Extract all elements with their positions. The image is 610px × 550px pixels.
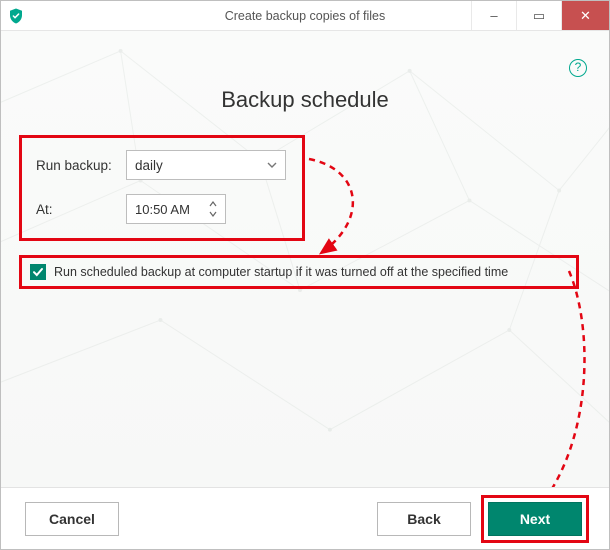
time-input[interactable]: 10:50 AM bbox=[126, 194, 226, 224]
close-icon: ✕ bbox=[580, 8, 591, 24]
page-title: Backup schedule bbox=[19, 87, 591, 113]
frequency-row: Run backup: daily bbox=[36, 150, 288, 180]
close-button[interactable]: ✕ bbox=[561, 1, 609, 30]
titlebar: Create backup copies of files – ▭ ✕ bbox=[1, 1, 609, 31]
next-button[interactable]: Next bbox=[488, 502, 582, 536]
chevron-down-icon bbox=[267, 159, 277, 171]
maximize-icon: ▭ bbox=[533, 8, 545, 24]
help-icon[interactable]: ? bbox=[569, 59, 587, 77]
schedule-highlight-box: Run backup: daily At: 10:50 AM bbox=[19, 135, 305, 241]
annotation-arrow-2 bbox=[481, 267, 601, 487]
help-glyph: ? bbox=[575, 60, 582, 74]
startup-highlight-box: Run scheduled backup at computer startup… bbox=[19, 255, 579, 289]
minimize-icon: – bbox=[490, 8, 497, 23]
cancel-label: Cancel bbox=[49, 511, 95, 527]
minimize-button[interactable]: – bbox=[471, 1, 516, 30]
time-spinner bbox=[207, 199, 219, 219]
frequency-select[interactable]: daily bbox=[126, 150, 286, 180]
startup-checkbox-label: Run scheduled backup at computer startup… bbox=[54, 265, 508, 279]
annotation-arrow-1 bbox=[301, 149, 381, 269]
frequency-value: daily bbox=[135, 158, 163, 173]
time-value: 10:50 AM bbox=[135, 202, 190, 217]
cancel-button[interactable]: Cancel bbox=[25, 502, 119, 536]
maximize-button[interactable]: ▭ bbox=[516, 1, 561, 30]
time-row: At: 10:50 AM bbox=[36, 194, 288, 224]
backup-wizard-window: Create backup copies of files – ▭ ✕ ? Ba… bbox=[0, 0, 610, 550]
back-button[interactable]: Back bbox=[377, 502, 471, 536]
run-backup-label: Run backup: bbox=[36, 158, 126, 173]
app-shield-icon bbox=[7, 7, 25, 25]
at-label: At: bbox=[36, 202, 126, 217]
next-highlight-box: Next bbox=[481, 495, 589, 543]
content-area: ? Backup schedule Run backup: daily At: … bbox=[1, 31, 609, 487]
next-label: Next bbox=[520, 511, 550, 527]
window-controls: – ▭ ✕ bbox=[471, 1, 609, 30]
spin-up-button[interactable] bbox=[207, 199, 219, 209]
spin-down-button[interactable] bbox=[207, 209, 219, 219]
back-label: Back bbox=[407, 511, 440, 527]
startup-checkbox[interactable] bbox=[30, 264, 46, 280]
footer: Cancel Back Next bbox=[1, 487, 609, 549]
